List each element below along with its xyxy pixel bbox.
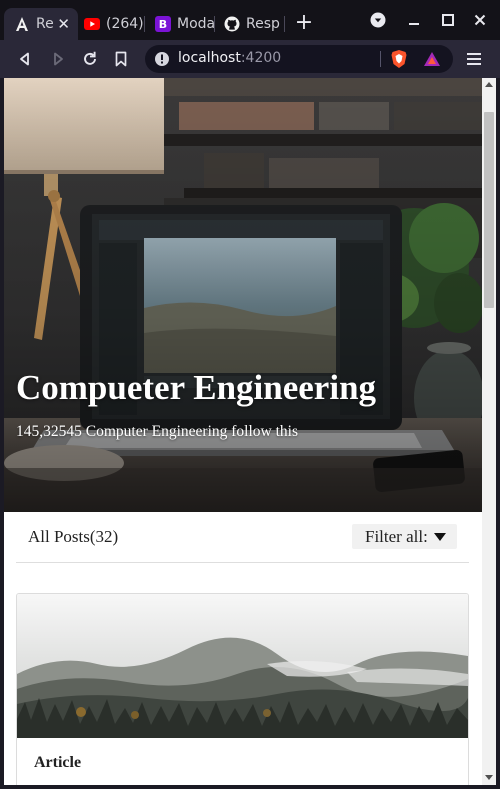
- minimize-button[interactable]: [404, 10, 424, 30]
- back-button[interactable]: [14, 48, 36, 70]
- tab-separator: [284, 16, 285, 32]
- close-window-button[interactable]: [470, 10, 490, 30]
- tab-github[interactable]: Resp: [214, 8, 284, 40]
- tab-active[interactable]: Re ✕: [4, 8, 78, 40]
- tab-title: Resp: [246, 16, 280, 32]
- github-icon: [224, 16, 240, 32]
- scroll-up-icon[interactable]: [485, 82, 493, 87]
- posts-header: All Posts(32) Filter all:: [16, 512, 469, 563]
- new-tab-button[interactable]: +: [293, 12, 315, 35]
- brave-shield-icon[interactable]: [390, 49, 408, 73]
- tab-title: (264): [106, 16, 144, 32]
- tab-bar: Re ✕ (264) B Moda Resp +: [0, 0, 500, 40]
- hero-banner: Compueter Engineering 145,32545 Computer…: [4, 78, 482, 512]
- address-bar[interactable]: localhost:4200: [145, 45, 453, 73]
- url-divider: [380, 51, 381, 67]
- scroll-down-icon[interactable]: [485, 775, 493, 780]
- reload-button[interactable]: [79, 48, 101, 70]
- article-card[interactable]: Article: [16, 593, 469, 785]
- bookmark-icon[interactable]: [110, 48, 132, 70]
- article-image: [17, 594, 468, 738]
- scrollbar-thumb[interactable]: [484, 112, 494, 308]
- url-host: localhost: [178, 50, 241, 66]
- youtube-icon: [84, 16, 100, 32]
- tab-youtube[interactable]: (264): [74, 8, 144, 40]
- posts-count-label: All Posts(32): [28, 527, 119, 546]
- hero-subtitle: 145,32545 Computer Engineering follow th…: [16, 423, 298, 440]
- bootstrap-icon: B: [155, 16, 171, 32]
- site-info-icon[interactable]: [154, 51, 170, 71]
- tab-title: Moda: [177, 16, 215, 32]
- browser-toolbar: localhost:4200: [0, 40, 500, 78]
- hero-image: [4, 78, 482, 512]
- card-label: Article: [34, 754, 82, 771]
- close-tab-icon[interactable]: ✕: [57, 15, 70, 33]
- page-viewport: Compueter Engineering 145,32545 Computer…: [4, 78, 482, 785]
- page-scrollbar[interactable]: [482, 78, 496, 785]
- url-port: :4200: [240, 50, 282, 66]
- angular-icon: [14, 16, 30, 32]
- browser-menu-icon[interactable]: [464, 49, 484, 69]
- filter-dropdown-button[interactable]: Filter all:: [352, 524, 457, 549]
- tab-search-button[interactable]: [368, 10, 388, 30]
- maximize-button[interactable]: [438, 10, 458, 30]
- filter-label: Filter all:: [365, 526, 428, 546]
- caret-down-icon: [433, 532, 446, 541]
- tab-bootstrap[interactable]: B Moda: [145, 8, 215, 40]
- forward-button[interactable]: [47, 48, 69, 70]
- url-text[interactable]: localhost:4200: [178, 50, 281, 66]
- brave-rewards-icon[interactable]: [423, 51, 441, 71]
- hero-title: Compueter Engineering: [16, 368, 377, 407]
- tab-title: Re: [36, 16, 54, 32]
